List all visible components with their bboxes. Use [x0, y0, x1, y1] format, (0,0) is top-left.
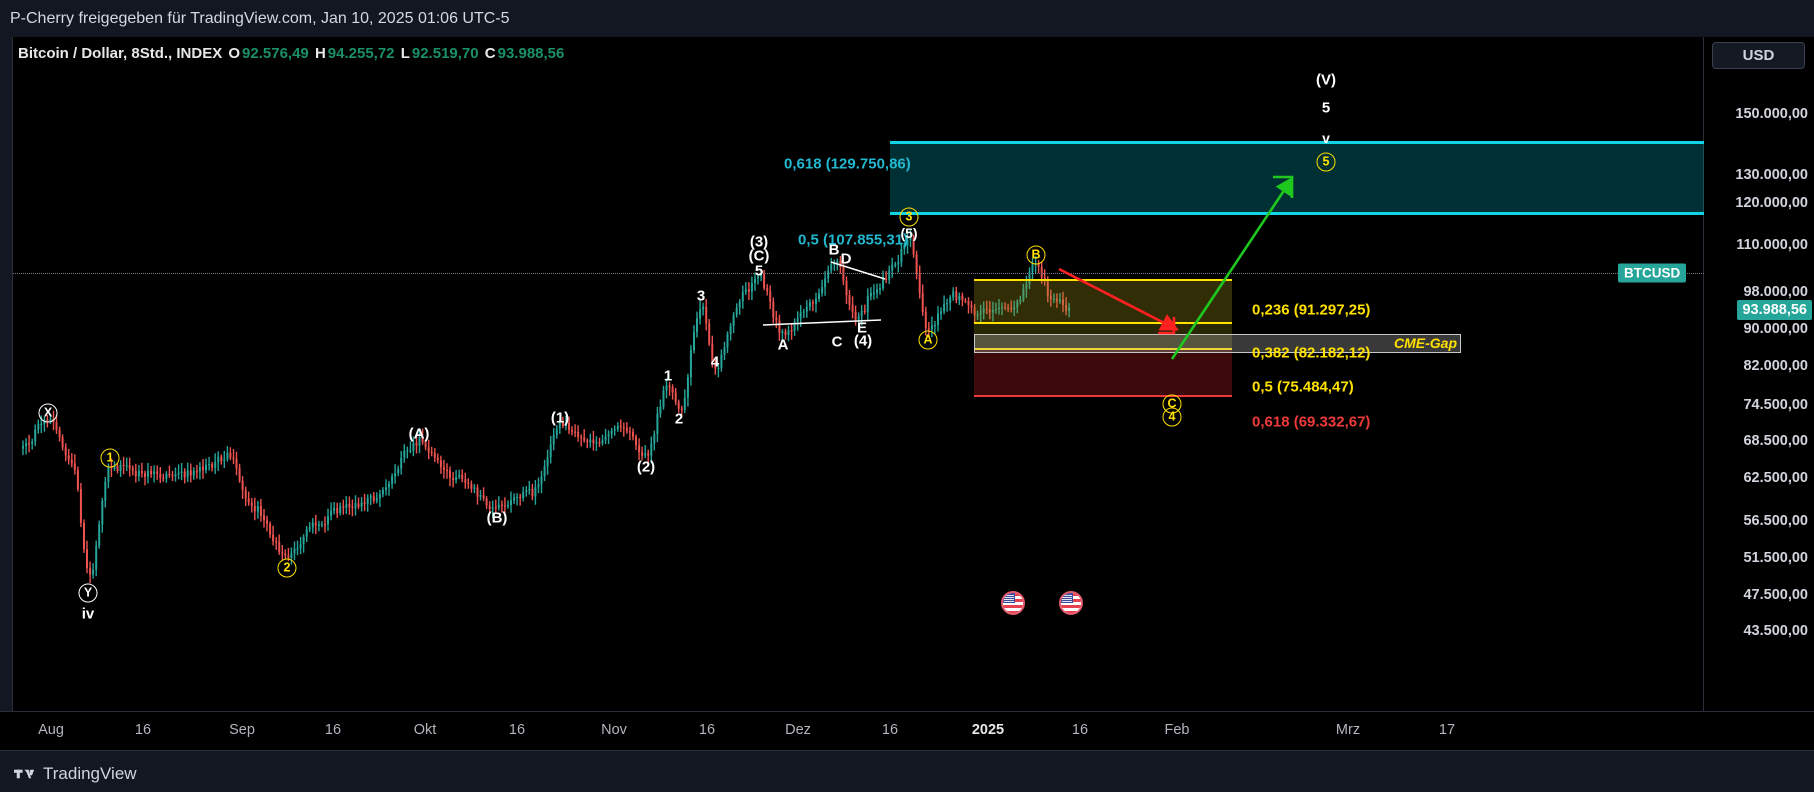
wave-label: (V) [1316, 71, 1336, 89]
wave-label-circled: A [918, 330, 938, 350]
price-axis-tick: 110.000,00 [1736, 237, 1808, 253]
wave-label: 5 [1321, 99, 1331, 117]
ticker-price-badge: BTCUSD [1618, 263, 1687, 283]
us-flag-event-icon[interactable] [1001, 591, 1025, 615]
price-axis-tick: 98.000,00 [1743, 284, 1808, 300]
currency-badge[interactable]: USD [1712, 42, 1805, 69]
legend-high-label: H [314, 45, 326, 62]
wave-label: (B) [486, 509, 508, 527]
green-up-arrow [1170, 175, 1294, 360]
legend-low-label: L [400, 45, 410, 62]
price-axis-tick: 82.000,00 [1743, 358, 1808, 374]
price-axis-tick: 130.000,00 [1735, 167, 1808, 183]
price-axis-tick: 150.000,00 [1735, 106, 1808, 122]
time-axis-tick: 16 [324, 722, 342, 738]
wave-label: 1 [663, 367, 673, 385]
legend-close-label: C [484, 45, 496, 62]
time-axis-tick: 2025 [971, 722, 1005, 738]
fib-label-0618-up: 0,618 (129.750,86) [784, 155, 911, 173]
fib-label-05-up: 0,5 (107.855,31) [798, 231, 909, 249]
fib-label-0382: 0,382 (82.182,12) [1252, 344, 1371, 362]
legend-high-value: 94.255,72 [327, 45, 395, 62]
footer-bar: TradingView [0, 752, 1814, 792]
time-axis-tick: 16 [1071, 722, 1089, 738]
time-axis-tick: Sep [229, 722, 255, 738]
price-axis-tick: 90.000,00 [1743, 321, 1808, 337]
cme-gap-label: CME-Gap [1394, 335, 1457, 351]
wave-label: 5 [754, 262, 764, 280]
fib-label-05: 0,5 (75.484,47) [1252, 378, 1354, 396]
legend-low-value: 92.519,70 [411, 45, 479, 62]
wave-label: (4) [853, 332, 873, 350]
time-axis-tick: Aug [38, 722, 64, 738]
wave-label: (A) [408, 425, 430, 443]
fib-label-0618: 0,618 (69.332,67) [1252, 413, 1371, 431]
price-axis-tick: 47.500,00 [1743, 587, 1808, 603]
wave-label: B [828, 241, 840, 259]
price-axis-tick: 68.500,00 [1743, 433, 1808, 449]
wave-label: (2) [636, 458, 656, 476]
wave-label-circled: Y [78, 583, 98, 603]
wave-label: 2 [674, 410, 684, 428]
wave-label-circled: B [1026, 245, 1046, 265]
price-axis-tick: 62.500,00 [1743, 470, 1808, 486]
legend-open-label: O [228, 45, 241, 62]
attribution-text: P-Cherry freigegeben für TradingView.com… [0, 0, 1814, 37]
price-axis-tick: 56.500,00 [1743, 513, 1808, 529]
fib-label-0236: 0,236 (91.297,25) [1252, 301, 1371, 319]
price-axis[interactable]: USD 150.000,00 130.000,00 120.000,00 110.00… [1704, 37, 1814, 711]
legend-close-value: 93.988,56 [497, 45, 565, 62]
wave-label-circled: 1 [100, 448, 120, 468]
time-axis-tick: 17 [1438, 722, 1456, 738]
tradingview-chart-screenshot: P-Cherry freigegeben für TradingView.com… [0, 0, 1814, 792]
price-axis-tick: 43.500,00 [1743, 623, 1808, 639]
wave-label-circled: 5 [1316, 152, 1336, 172]
time-axis-tick: Mrz [1335, 722, 1361, 738]
wave-label: D [840, 250, 852, 268]
chart-legend: Bitcoin / Dollar, 8Std., INDEX O 92.576,4… [18, 45, 566, 62]
time-axis[interactable]: Aug 16 Sep 16 Okt 16 Nov 16 Dez 16 2025 16 Feb Mrz 17 [0, 711, 1814, 751]
time-axis-tick: 16 [508, 722, 526, 738]
time-axis-tick: 16 [698, 722, 716, 738]
wave-label: C [831, 333, 843, 351]
tradingview-logo-text: TradingView [43, 764, 137, 783]
price-axis-tick: 51.500,00 [1743, 550, 1808, 566]
time-axis-tick: 16 [134, 722, 152, 738]
wave-label: (1) [550, 409, 570, 427]
tradingview-logo-icon [14, 769, 35, 779]
time-axis-tick: Dez [785, 722, 811, 738]
wave-label: 3 [696, 287, 706, 305]
legend-open-value: 92.576,49 [242, 45, 309, 62]
wave-label-circled: 4 [1162, 407, 1182, 427]
price-axis-tick: 74.500,00 [1743, 397, 1808, 413]
wave-label: iv [81, 605, 95, 623]
legend-symbol: Bitcoin / Dollar, 8Std., INDEX [18, 45, 223, 62]
us-flag-event-icon[interactable] [1059, 591, 1083, 615]
wave-label: (5) [900, 225, 918, 241]
chart-pane[interactable]: 0,618 (129.750,86) 0,5 (107.855,31) 0,23… [13, 37, 1704, 711]
wave-label-circled: X [38, 403, 58, 423]
time-axis-tick: 16 [881, 722, 899, 738]
wave-label-circled: 3 [899, 207, 919, 227]
time-axis-tick: Feb [1164, 722, 1190, 738]
wave-label: v [1322, 130, 1330, 146]
current-price-badge: 93.988,56 [1737, 300, 1812, 320]
wave-label: 4 [710, 353, 720, 371]
time-axis-tick: Nov [601, 722, 627, 738]
wave-label-circled: 2 [277, 558, 297, 578]
wave-label: A [777, 336, 789, 354]
price-axis-tick: 120.000,00 [1735, 195, 1808, 211]
time-axis-tick: Okt [413, 722, 437, 738]
tradingview-logo: TradingView [14, 764, 137, 784]
